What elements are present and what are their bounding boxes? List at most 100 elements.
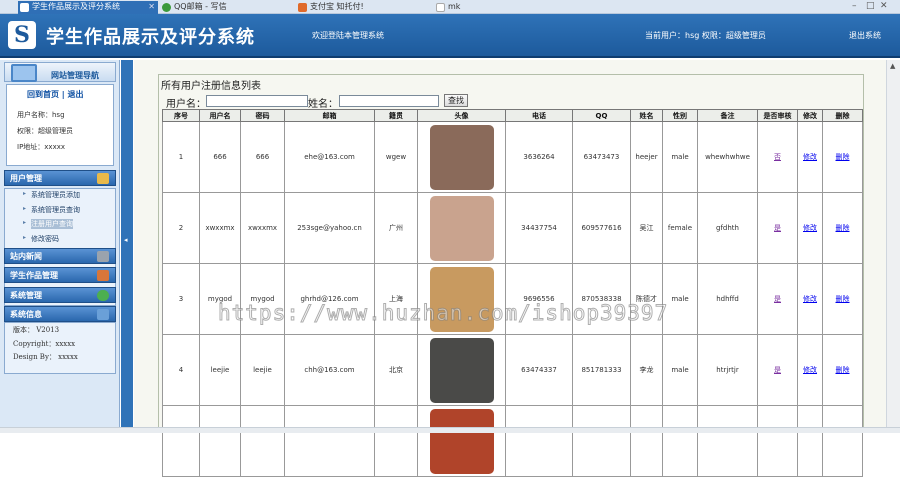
edit-link[interactable]: 修改 [803, 224, 817, 232]
vertical-scrollbar[interactable]: ▲ [886, 60, 900, 433]
globe-icon [97, 290, 109, 301]
name-search-label: 姓名： [308, 99, 338, 110]
maximize-icon[interactable]: □ [866, 1, 875, 11]
design-line: Design By： xxxxx [13, 353, 78, 361]
delete-link[interactable]: 删除 [836, 224, 850, 232]
cell-delete: 删除 [822, 334, 863, 406]
role-line: 权限：超级管理员 [17, 127, 73, 135]
cell-password: 666 [240, 121, 285, 193]
cell-username: xwxxmx [199, 192, 241, 264]
exit-link[interactable]: 退出 [68, 90, 84, 99]
username-search-label: 用户名： [166, 99, 206, 110]
cell-edit [797, 405, 823, 477]
cell-password: xwxxmx [240, 192, 285, 264]
cell-gender: male [662, 334, 698, 406]
link-separator: | [61, 90, 65, 99]
nav-title-text: 网站管理导航 [51, 71, 99, 80]
site-title: 学生作品展示及评分系统 [46, 27, 255, 48]
cell-phone: 3636264 [505, 121, 573, 193]
cell-note: hdhffd [697, 263, 758, 335]
section-system-mgmt[interactable]: 系统管理 [4, 287, 116, 303]
section-works-mgmt[interactable]: 学生作品管理 [4, 267, 116, 283]
section-user-mgmt[interactable]: 用户管理 [4, 170, 116, 186]
cell-origin: 广州 [374, 192, 418, 264]
col-phone: 电话 [505, 109, 573, 122]
col-note: 备注 [697, 109, 758, 122]
logout-link[interactable]: 退出系统 [849, 30, 881, 41]
cell-no: 3 [162, 263, 200, 335]
user-table: 序号 用户名 密码 邮箱 籍贯 头像 电话 QQ 姓名 性别 备注 是否审核 修… [162, 109, 863, 477]
cell-edit: 修改 [797, 334, 823, 406]
tab-active[interactable]: 学生作品展示及评分系统 ✕ [18, 1, 158, 14]
cell-gender: male [662, 121, 698, 193]
search-button[interactable]: 查找 [444, 94, 468, 107]
cell-no: 1 [162, 121, 200, 193]
copyright-line: Copyright：xxxxx [13, 340, 76, 348]
audit-link[interactable]: 是 [774, 295, 781, 303]
cell-avatar [417, 121, 506, 193]
cell-email: 253sge@yahoo.cn [284, 192, 375, 264]
minimize-icon[interactable]: – [852, 1, 857, 11]
cell-origin: wgew [374, 121, 418, 193]
tab-label: mk [448, 2, 461, 11]
cell-note: gfdhth [697, 192, 758, 264]
menu-item-admin-add[interactable]: 系统管理员添加 [23, 190, 80, 200]
delete-link[interactable]: 删除 [836, 153, 850, 161]
section-site-news[interactable]: 站内新闻 [4, 248, 116, 264]
welcome-text: 欢迎登陆本管理系统 [312, 31, 384, 40]
tab-qqmail[interactable]: QQ邮箱 - 写信 [160, 1, 292, 14]
menu-item-registered-users[interactable]: 注册用户查询 [23, 219, 73, 229]
shield-icon [298, 3, 307, 12]
name-search-input[interactable] [339, 95, 439, 107]
sidebar: 网站管理导航 回到首页 | 退出 用户名称：hsg 权限：超级管理员 IP地址：… [0, 60, 120, 433]
home-link[interactable]: 回到首页 [27, 90, 59, 99]
col-delete: 删除 [822, 109, 863, 122]
avatar [429, 408, 494, 474]
audit-link[interactable]: 否 [774, 153, 781, 161]
edit-link[interactable]: 修改 [803, 295, 817, 303]
menu-item-admin-query[interactable]: 系统管理员查询 [23, 205, 80, 215]
tools-icon [97, 251, 109, 262]
cell-avatar [417, 334, 506, 406]
cell-delete: 删除 [822, 121, 863, 193]
cell-qq: 851781333 [572, 334, 631, 406]
tab-alipay[interactable]: 支付宝 知托付! [296, 1, 428, 14]
page-icon [20, 3, 29, 12]
cell-qq: 63473473 [572, 121, 631, 193]
delete-link[interactable]: 删除 [836, 366, 850, 374]
cell-gender: female [662, 192, 698, 264]
section-label: 站内新闻 [10, 252, 42, 261]
col-password: 密码 [240, 109, 285, 122]
audit-link[interactable]: 是 [774, 366, 781, 374]
cell-edit: 修改 [797, 263, 823, 335]
edit-link[interactable]: 修改 [803, 366, 817, 374]
ip-line: IP地址：xxxxx [17, 143, 65, 151]
cell-no: 4 [162, 334, 200, 406]
audit-link[interactable]: 是 [774, 224, 781, 232]
close-window-icon[interactable]: ✕ [880, 1, 888, 11]
section-label: 系统信息 [10, 310, 42, 319]
quick-links: 回到首页 | 退出 [27, 89, 84, 100]
version-line: 版本： V2013 [13, 326, 60, 334]
cell-email [284, 405, 375, 477]
cell-delete [822, 405, 863, 477]
cell-audit: 否 [757, 121, 798, 193]
scroll-up-icon[interactable]: ▲ [890, 62, 895, 70]
cell-password: leejie [240, 334, 285, 406]
close-icon[interactable]: ✕ [148, 1, 155, 13]
username-search-input[interactable] [206, 95, 308, 107]
cell-email: chh@163.com [284, 334, 375, 406]
table-header-row: 序号 用户名 密码 邮箱 籍贯 头像 电话 QQ 姓名 性别 备注 是否审核 修… [162, 109, 863, 122]
users-icon [97, 173, 109, 184]
delete-link[interactable]: 删除 [836, 295, 850, 303]
col-origin: 籍贯 [374, 109, 418, 122]
section-system-info[interactable]: 系统信息 [4, 306, 116, 322]
sidebar-toggle[interactable]: ◂ [121, 60, 133, 433]
tab-mk[interactable]: mk [434, 1, 566, 14]
table-row: 2 xwxxmx xwxxmx 253sge@yahoo.cn 广州 34437754 60… [162, 192, 863, 264]
info-icon [97, 309, 109, 320]
menu-item-change-password[interactable]: 修改密码 [23, 234, 59, 244]
edit-link[interactable]: 修改 [803, 153, 817, 161]
col-qq: QQ [572, 109, 631, 122]
avatar [429, 124, 494, 190]
